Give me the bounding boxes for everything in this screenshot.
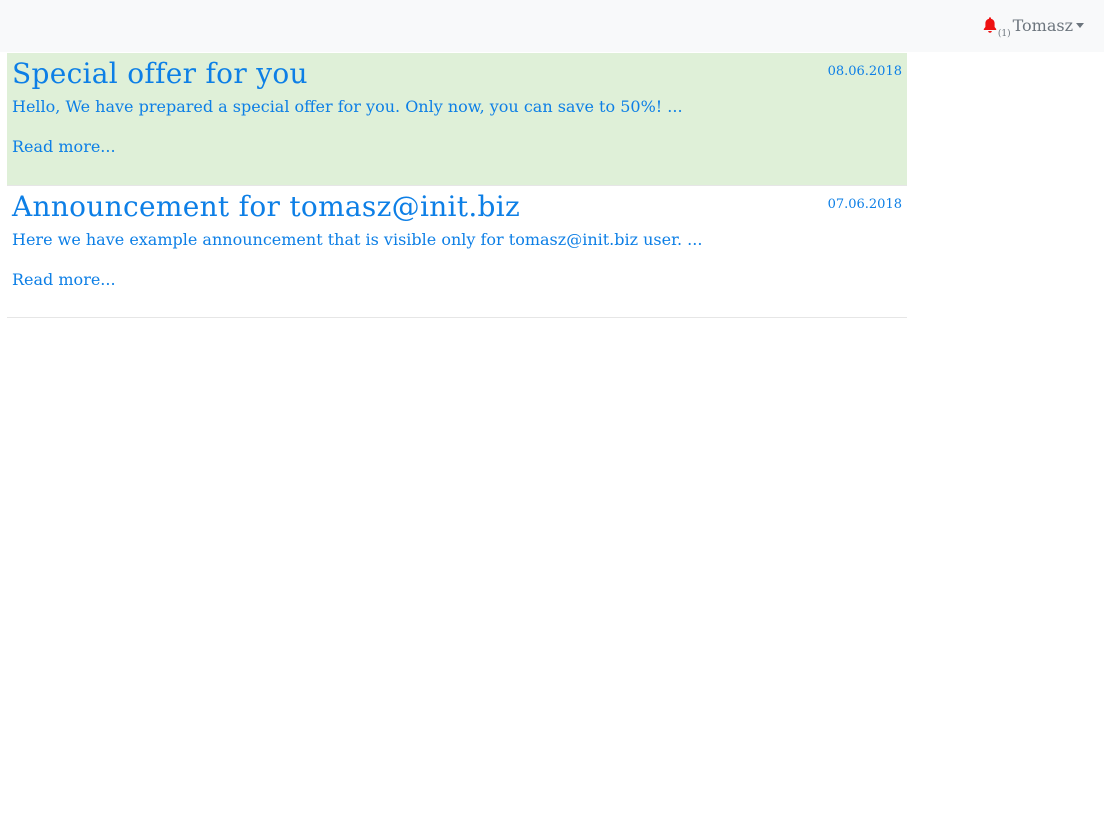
announcement-item: Special offer for you 08.06.2018 Hello, …: [7, 53, 907, 186]
top-navbar: (1) Tomasz: [0, 0, 1104, 52]
announcement-list: Special offer for you 08.06.2018 Hello, …: [7, 53, 907, 318]
read-more-link[interactable]: Read more...: [12, 270, 116, 290]
caret-down-icon: [1076, 22, 1084, 28]
announcement-excerpt: Here we have example announcement that i…: [12, 230, 703, 249]
announcement-excerpt: Hello, We have prepared a special offer …: [12, 97, 683, 116]
announcement-item: Announcement for tomasz@init.biz 07.06.2…: [7, 186, 907, 318]
navbar-right-group: (1) Tomasz: [982, 14, 1084, 39]
notifications-button[interactable]: (1): [982, 14, 1011, 39]
announcement-title-link[interactable]: Special offer for you: [12, 53, 902, 91]
announcement-date: 08.06.2018: [827, 64, 902, 79]
user-menu-dropdown[interactable]: Tomasz: [1013, 14, 1084, 38]
bell-icon: [983, 17, 997, 33]
announcement-date: 07.06.2018: [827, 197, 902, 212]
user-name-label: Tomasz: [1012, 16, 1073, 35]
notification-count-badge: (1): [997, 29, 1011, 39]
announcement-title-link[interactable]: Announcement for tomasz@init.biz: [12, 186, 902, 224]
read-more-link[interactable]: Read more...: [12, 137, 116, 157]
